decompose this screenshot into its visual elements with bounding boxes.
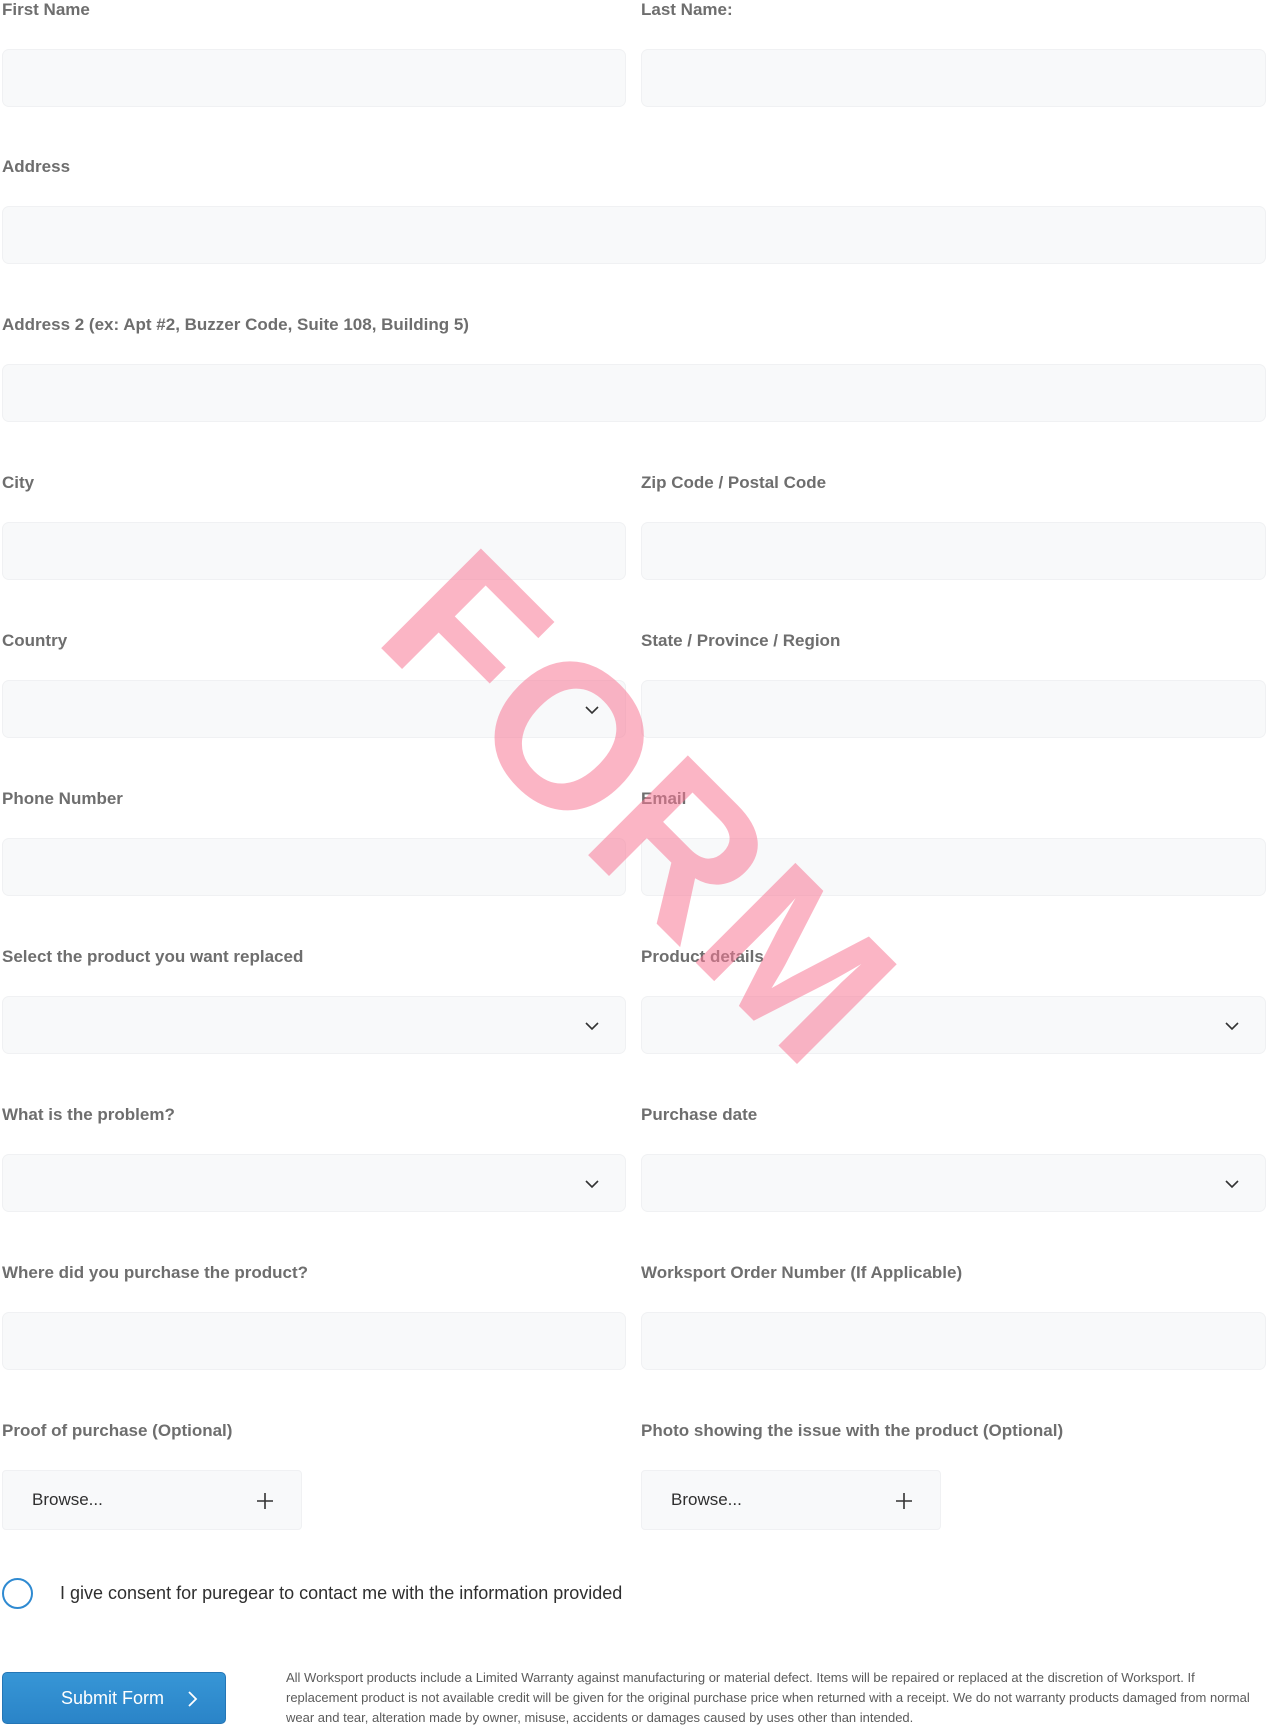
warranty-disclaimer: All Worksport products include a Limited…	[286, 1670, 1250, 1725]
proof-label: Proof of purchase (Optional)	[2, 1421, 233, 1440]
country-select[interactable]	[2, 680, 626, 738]
city-label: City	[2, 473, 35, 492]
product-label: Select the product you want replaced	[2, 947, 304, 966]
address2-input[interactable]	[2, 364, 1266, 422]
chevron-down-icon	[585, 706, 599, 715]
chevron-down-icon	[1225, 1180, 1239, 1189]
first-name-input[interactable]	[2, 49, 626, 107]
last-name-input[interactable]	[641, 49, 1266, 107]
last-name-label: Last Name:	[641, 0, 733, 19]
state-label: State / Province / Region	[641, 631, 841, 650]
phone-input[interactable]	[2, 838, 626, 896]
product-select[interactable]	[2, 996, 626, 1054]
chevron-right-icon	[188, 1691, 198, 1707]
chevron-down-icon	[585, 1022, 599, 1031]
product-details-select[interactable]	[641, 996, 1266, 1054]
email-label: Email	[641, 789, 687, 808]
photo-upload-label: Browse...	[671, 1490, 742, 1509]
submit-button[interactable]: Submit Form	[2, 1672, 226, 1724]
product-details-label: Product details	[641, 947, 764, 966]
plus-icon	[896, 1493, 912, 1509]
submit-label: Submit Form	[61, 1688, 165, 1708]
purchase-place-input[interactable]	[2, 1312, 626, 1370]
zip-label: Zip Code / Postal Code	[641, 473, 827, 492]
purchase-date-select[interactable]	[641, 1154, 1266, 1212]
state-input[interactable]	[641, 680, 1266, 738]
purchase-place-label: Where did you purchase the product?	[2, 1263, 309, 1282]
city-input[interactable]	[2, 522, 626, 580]
consent-label[interactable]: I give consent for puregear to contact m…	[60, 1583, 622, 1604]
problem-label: What is the problem?	[2, 1105, 175, 1124]
proof-upload-button[interactable]: Browse...	[2, 1470, 302, 1530]
proof-upload-label: Browse...	[32, 1490, 103, 1509]
address-input[interactable]	[2, 206, 1266, 264]
email-input[interactable]	[641, 838, 1266, 896]
purchase-date-label: Purchase date	[641, 1105, 758, 1124]
address-label: Address	[2, 157, 71, 176]
chevron-down-icon	[585, 1180, 599, 1189]
zip-input[interactable]	[641, 522, 1266, 580]
consent-radio[interactable]	[2, 1578, 33, 1609]
address2-label: Address 2 (ex: Apt #2, Buzzer Code, Suit…	[2, 315, 469, 334]
order-number-input[interactable]	[641, 1312, 1266, 1370]
country-label: Country	[2, 631, 68, 650]
photo-upload-button[interactable]: Browse...	[641, 1470, 941, 1530]
chevron-down-icon	[1225, 1022, 1239, 1031]
order-number-label: Worksport Order Number (If Applicable)	[641, 1263, 963, 1282]
photo-label: Photo showing the issue with the product…	[641, 1421, 1064, 1440]
plus-icon	[257, 1493, 273, 1509]
problem-select[interactable]	[2, 1154, 626, 1212]
phone-label: Phone Number	[2, 789, 123, 808]
first-name-label: First Name	[2, 0, 90, 19]
